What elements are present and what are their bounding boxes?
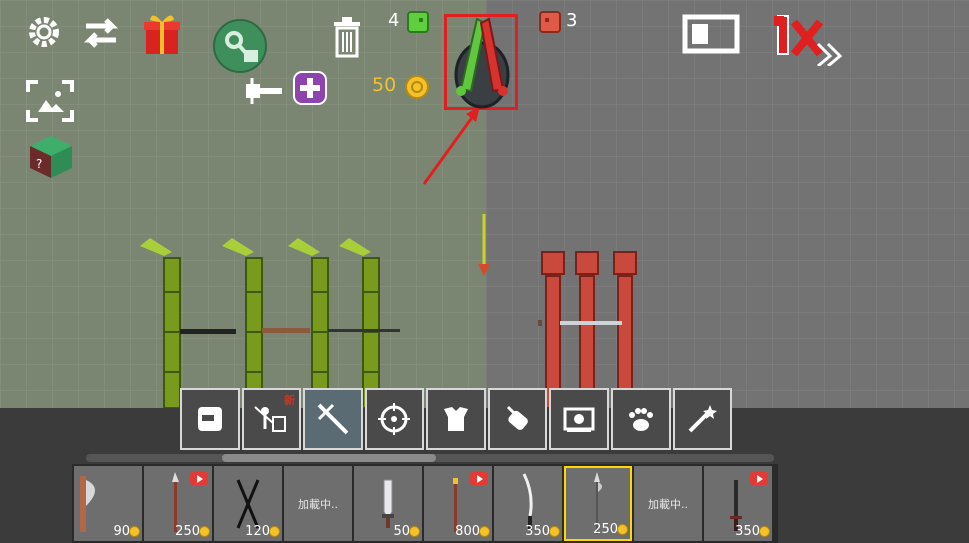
loading-text: 加載中.. <box>648 498 688 511</box>
coin-icon <box>405 75 429 99</box>
category-knight[interactable]: 新 <box>241 388 302 450</box>
coin-icon <box>549 526 560 537</box>
spawn-divider-arrow <box>478 214 490 276</box>
crosshair-icon <box>378 403 411 435</box>
item-price: 250 <box>175 524 200 539</box>
svg-text:?: ? <box>36 157 42 171</box>
settings-gear-icon[interactable] <box>24 12 64 52</box>
random-dice-icon[interactable]: ? <box>28 134 74 180</box>
category-animals[interactable] <box>610 388 671 450</box>
coin-icon <box>409 526 420 537</box>
video-ad-icon <box>750 472 768 485</box>
face-block-icon <box>197 407 222 431</box>
category-magic[interactable] <box>672 388 733 450</box>
category-melee-weapons[interactable] <box>303 388 363 450</box>
green-team-head-icon <box>407 11 429 33</box>
green-bamboo-characters[interactable] <box>130 232 400 408</box>
item-loading[interactable]: 加載中.. <box>634 466 702 541</box>
coin-icon <box>199 526 210 537</box>
coin-balance: 50 <box>372 74 397 96</box>
item-price: 50 <box>393 524 410 539</box>
item-price: 800 <box>455 524 480 539</box>
magic-wand-icon <box>688 405 718 433</box>
item-crossed-swords[interactable]: 120 <box>214 466 282 541</box>
coin-icon <box>759 526 770 537</box>
swap-arrows-icon[interactable] <box>80 12 122 54</box>
window-mode-icon[interactable] <box>682 14 740 54</box>
item-halberd[interactable]: 250 <box>564 466 632 541</box>
coin-icon <box>129 526 140 537</box>
paw-icon <box>628 408 653 431</box>
item-price: 250 <box>593 522 618 537</box>
tutorial-pointer-arrow <box>422 106 480 185</box>
category-explosives[interactable] <box>487 388 548 450</box>
drag-hand-icon[interactable] <box>242 76 288 106</box>
item-scrollbar-thumb[interactable] <box>222 454 436 462</box>
bomb-icon <box>506 405 528 430</box>
category-armor[interactable] <box>426 388 486 450</box>
add-plus-icon[interactable] <box>292 70 328 106</box>
gift-box-icon[interactable] <box>142 10 182 56</box>
new-badge: 新 <box>284 394 296 407</box>
category-firearms[interactable] <box>364 388 425 450</box>
green-team-count: 4 <box>388 10 400 31</box>
item-price: 90 <box>113 524 130 539</box>
category-character[interactable] <box>180 388 240 450</box>
team-swords-icon <box>454 17 510 109</box>
screenshot-icon[interactable] <box>26 80 74 122</box>
red-team-characters[interactable] <box>538 250 642 408</box>
red-team-head-icon <box>539 11 561 33</box>
coin-icon <box>479 526 490 537</box>
item-axe[interactable]: 90 <box>74 466 142 541</box>
category-toolbar: 新 <box>180 388 733 450</box>
item-katana[interactable]: 350 <box>494 466 562 541</box>
item-price: 350 <box>735 524 760 539</box>
machine-icon <box>563 407 595 432</box>
coin-icon <box>269 526 280 537</box>
speed-toggle-button[interactable] <box>774 10 852 66</box>
video-ad-icon <box>190 472 208 485</box>
coin-icon <box>617 524 628 535</box>
video-ad-icon <box>470 472 488 485</box>
armor-icon <box>444 407 469 431</box>
item-loading[interactable]: 加載中.. <box>284 466 352 541</box>
item-price: 350 <box>525 524 550 539</box>
sword-icon <box>317 403 349 435</box>
loading-text: 加載中.. <box>298 498 338 511</box>
category-machines[interactable] <box>549 388 609 450</box>
item-broadsword[interactable]: 50 <box>354 466 422 541</box>
item-palette: 90 250 120 加載中.. 50 800 350 250 加載中.. 35… <box>72 464 778 543</box>
item-spear[interactable]: 250 <box>144 466 212 541</box>
red-team-count: 3 <box>566 10 578 31</box>
item-dark-sword[interactable]: 350 <box>704 466 772 541</box>
team-battle-button[interactable] <box>444 14 518 110</box>
key-unlock-icon[interactable] <box>212 18 268 74</box>
trash-can-icon[interactable] <box>332 16 362 58</box>
item-price: 120 <box>245 524 270 539</box>
item-staff[interactable]: 800 <box>424 466 492 541</box>
